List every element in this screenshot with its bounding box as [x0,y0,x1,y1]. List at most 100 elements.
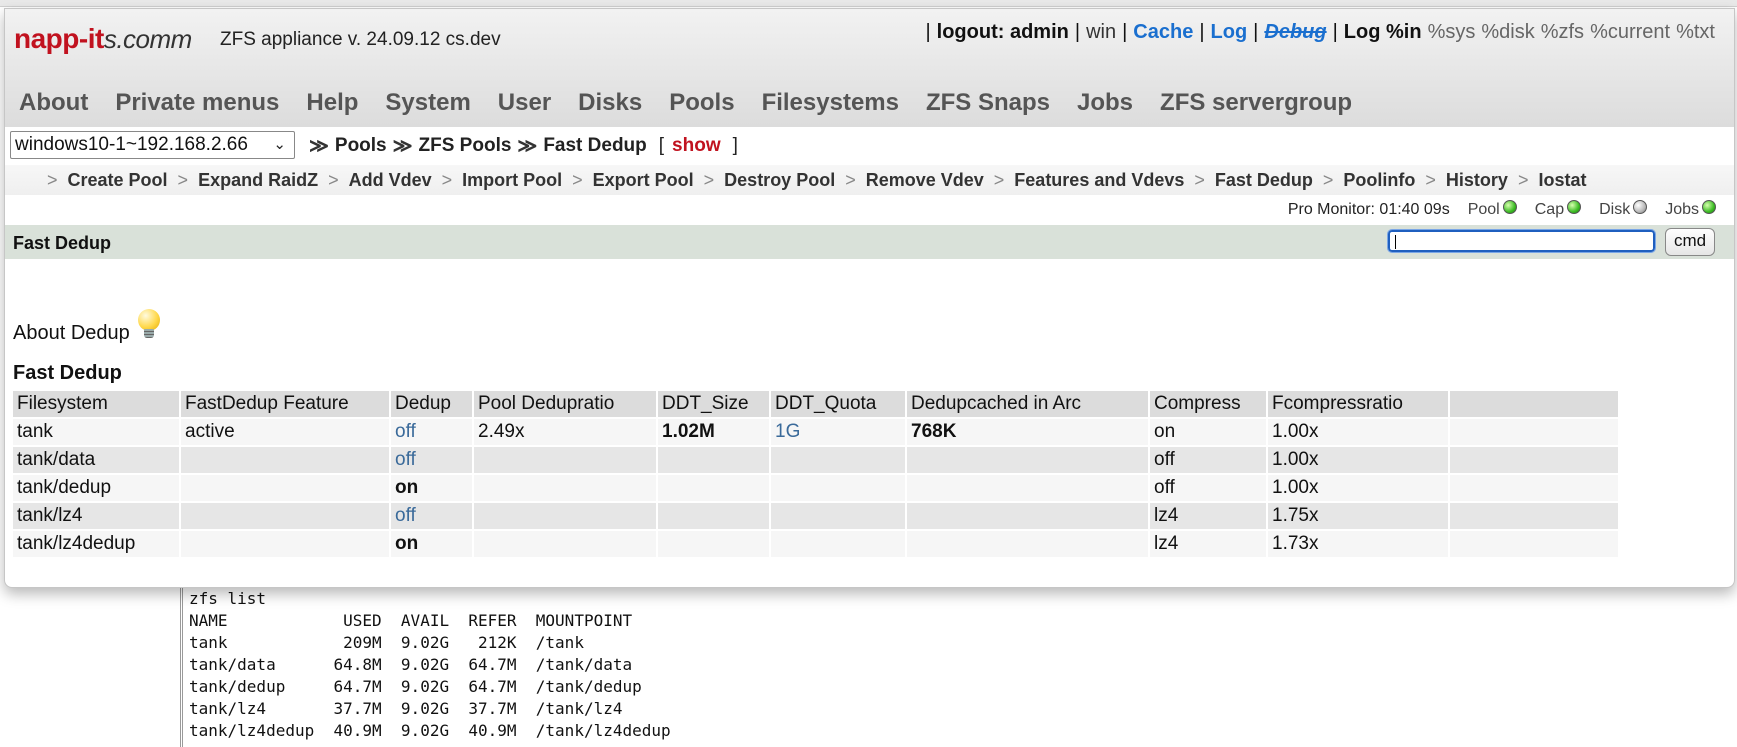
submenu-destroy-pool[interactable]: Destroy Pool [724,170,835,191]
menu-user[interactable]: User [498,89,551,117]
menu-system[interactable]: System [385,89,470,117]
top-link-debug[interactable]: Debug [1264,21,1326,44]
top-link-win[interactable]: win [1086,21,1116,44]
top-link--sys[interactable]: %sys [1428,21,1476,44]
submenu-features-and-vdevs[interactable]: Features and Vdevs [1014,170,1184,191]
table-cell: lz4 [1150,503,1266,529]
main-menu: About Private menus Help System User Dis… [19,89,1379,117]
table-cell: 1.02M [658,419,769,445]
submenu-import-pool[interactable]: Import Pool [462,170,562,191]
submenu-expand-raidz[interactable]: Expand RaidZ [198,170,318,191]
show-link[interactable]: show [672,135,721,158]
outer-window-edge [0,0,1737,7]
monitor-jobs-label[interactable]: Jobs [1665,201,1699,219]
table-cell [474,503,656,529]
chevron-right-icon: > [441,170,453,190]
monitor-pool-label[interactable]: Pool [1468,201,1500,219]
chevron-right-icon: > [328,170,339,190]
menu-disks[interactable]: Disks [578,89,642,117]
chevron-right-icon: > [177,170,189,190]
monitor-cap-label[interactable]: Cap [1535,201,1564,219]
top-link-cache[interactable]: Cache [1133,21,1193,44]
crumb-zfs-pools[interactable]: ZFS Pools [419,135,512,158]
submenu-history[interactable]: History [1446,170,1508,191]
table-cell: lz4 [1150,531,1266,557]
lightbulb-icon[interactable] [136,309,162,341]
table-row: tank/data off off 1.00x [13,447,1618,473]
cmd-input[interactable] [1387,229,1656,253]
table-cell [181,447,389,473]
table-cell [181,531,389,557]
submenu-add-vdev[interactable]: Add Vdev [349,170,432,191]
submenu-iostat[interactable]: Iostat [1538,170,1586,191]
menu-help[interactable]: Help [306,89,358,117]
table-cell [181,503,389,529]
disk-status-led-icon [1633,200,1648,214]
submenu-poolinfo[interactable]: Poolinfo [1343,170,1415,191]
table-cell[interactable]: off [391,447,472,473]
napp-it-window: napp-its.comm ZFS appliance v. 24.09.12 … [4,8,1735,588]
table-cell[interactable]: 1G [771,419,905,445]
table-cell: 1.73x [1268,531,1448,557]
napp-it-logo[interactable]: napp-its.comm [14,23,192,55]
version-label: ZFS appliance v. 24.09.12 cs.dev [220,29,501,50]
menu-about[interactable]: About [19,89,88,117]
top-link-logout-admin[interactable]: logout: admin [937,21,1069,44]
terminal-line: tank/lz4 37.7M 9.02G 37.7M /tank/lz4 [189,699,623,718]
host-select[interactable]: windows10-1~192.168.2.66 ⌄ [10,131,295,159]
top-link--zfs[interactable]: %zfs [1541,21,1584,44]
breadcrumb: ≫ Pools ≫ ZFS Pools ≫ Fast Dedup [ show … [309,135,738,158]
text-caret [1395,235,1396,249]
col-compress: Compress [1150,391,1266,417]
table-cell[interactable]: tank/lz4 [13,503,179,529]
col-fastdedup-feature: FastDedup Feature [181,391,389,417]
top-link--disk[interactable]: %disk [1481,21,1534,44]
table-cell[interactable]: tank [13,419,179,445]
submenu-export-pool[interactable]: Export Pool [593,170,694,191]
table-cell: 2.49x [474,419,656,445]
top-link-log-in[interactable]: Log %in [1344,21,1422,44]
table-cell: 768K [907,419,1148,445]
terminal-output: zfs list NAME USED AVAIL REFER MOUNTPOINT… [180,578,1737,747]
table-title: Fast Dedup [13,362,122,384]
top-link--txt[interactable]: %txt [1676,21,1715,44]
col-dedup: Dedup [391,391,472,417]
table-cell [907,531,1148,557]
menu-filesystems[interactable]: Filesystems [762,89,899,117]
menu-jobs[interactable]: Jobs [1077,89,1133,117]
table-cell[interactable]: off [391,419,472,445]
menu-zfs-snaps[interactable]: ZFS Snaps [926,89,1050,117]
menu-pools[interactable]: Pools [669,89,734,117]
separator: | [1332,21,1338,43]
table-cell: off [1150,475,1266,501]
cap-status-led-icon [1567,200,1582,214]
separator: | [1199,21,1205,43]
table-cell [907,447,1148,473]
terminal-line: tank/data 64.8M 9.02G 64.7M /tank/data [189,655,633,674]
top-link--current[interactable]: %current [1590,21,1670,44]
crumb-fast-dedup[interactable]: Fast Dedup [543,135,646,158]
menu-private-menus[interactable]: Private menus [115,89,279,117]
double-chevron-icon: ≫ [392,136,413,157]
terminal-line: tank 209M 9.02G 212K /tank [189,633,584,652]
pro-monitor: Pro Monitor: 01:40 09s Pool Cap Disk Job… [1288,200,1716,219]
cmd-button[interactable]: cmd [1665,228,1715,256]
table-cell [474,531,656,557]
submenu-remove-vdev[interactable]: Remove Vdev [866,170,984,191]
about-dedup[interactable]: About Dedup [13,309,162,345]
table-cell[interactable]: tank/data [13,447,179,473]
table-cell[interactable]: tank/lz4dedup [13,531,179,557]
monitor-disk-label[interactable]: Disk [1599,201,1630,219]
table-cell [658,447,769,473]
top-link-log[interactable]: Log [1211,21,1248,44]
crumb-pools[interactable]: Pools [335,135,387,158]
menu-zfs-servergroup[interactable]: ZFS servergroup [1160,89,1352,117]
submenu-create-pool[interactable]: Create Pool [68,170,168,191]
terminal-line: tank/dedup 64.7M 9.02G 64.7M /tank/dedup [189,677,642,696]
pool-status-led-icon [1502,200,1517,214]
submenu-fast-dedup[interactable]: Fast Dedup [1215,170,1313,191]
table-cell[interactable]: tank/dedup [13,475,179,501]
terminal-header: NAME USED AVAIL REFER MOUNTPOINT [189,611,633,630]
table-cell[interactable]: off [391,503,472,529]
table-cell [907,475,1148,501]
